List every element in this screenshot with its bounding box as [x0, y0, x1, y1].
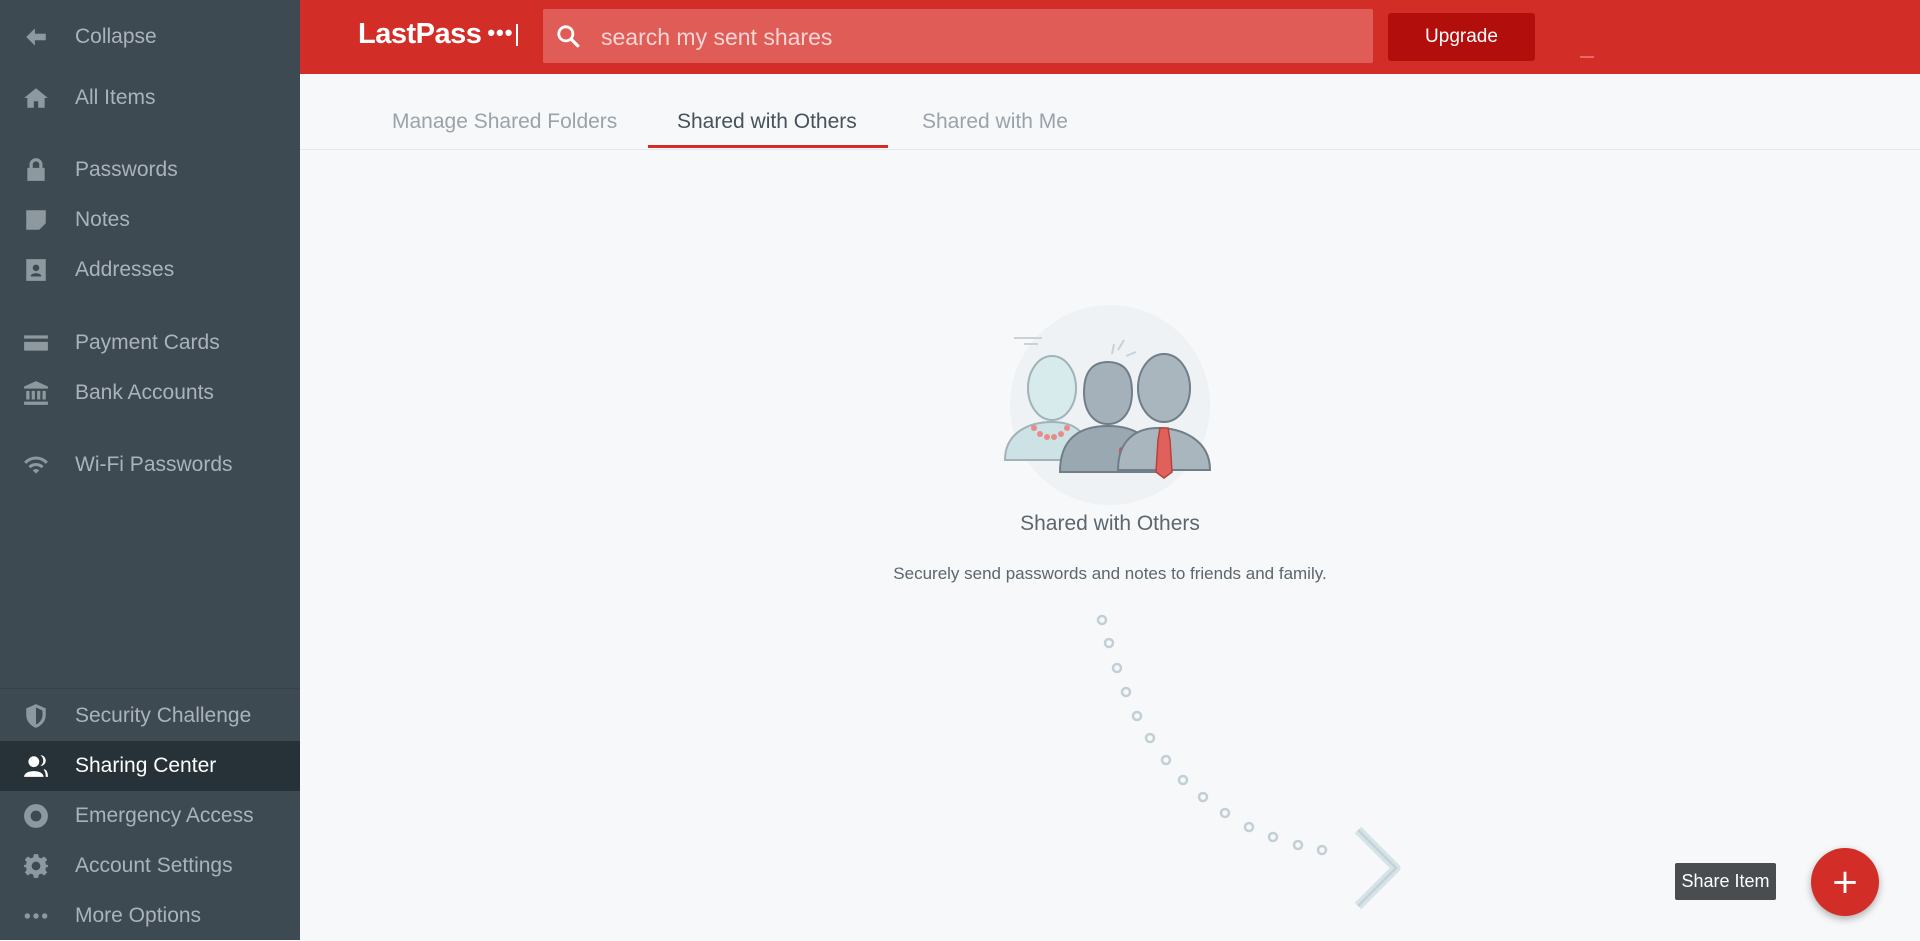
sidebar-item-label: Security Challenge: [75, 704, 252, 727]
sidebar-item-label: Emergency Access: [75, 804, 254, 827]
upgrade-button[interactable]: Upgrade: [1388, 13, 1535, 61]
share-item-button[interactable]: +: [1811, 848, 1879, 916]
sidebar-item-more-options[interactable]: More Options: [0, 891, 300, 941]
share-item-tooltip: Share Item: [1675, 863, 1776, 900]
sidebar-item-account-settings[interactable]: Account Settings: [0, 841, 300, 891]
address-book-icon: [22, 256, 50, 284]
wifi-icon: [22, 451, 50, 479]
dotted-arrow-illustration: [1096, 614, 1401, 910]
sidebar-item-label: Bank Accounts: [75, 381, 214, 404]
sidebar-item-emergency-access[interactable]: Emergency Access: [0, 791, 300, 841]
sidebar-item-label: Wi-Fi Passwords: [75, 453, 233, 476]
sidebar-item-notes[interactable]: Notes: [0, 195, 300, 245]
person-share-icon: [22, 752, 50, 780]
search-box: [543, 9, 1373, 65]
sidebar-item-label: Sharing Center: [75, 754, 217, 777]
sidebar-item-label: All Items: [75, 86, 156, 109]
empty-state-title: Shared with Others: [1020, 512, 1200, 535]
shield-icon: [22, 702, 50, 730]
sidebar-item-addresses[interactable]: Addresses: [0, 245, 300, 295]
sidebar-item-label: Account Settings: [75, 854, 233, 877]
sidebar-item-label: Addresses: [75, 258, 175, 281]
lastpass-logo[interactable]: LastPass •••: [358, 18, 519, 51]
sidebar-item-label: Payment Cards: [75, 331, 220, 354]
sidebar-item-all-items[interactable]: All Items: [0, 73, 300, 123]
credit-card-icon: [22, 329, 50, 357]
search-icon: [557, 25, 580, 48]
sidebar-item-label: Collapse: [75, 25, 157, 48]
sidebar-divider: [0, 688, 300, 689]
tab-manage-shared-folders[interactable]: Manage Shared Folders: [392, 110, 617, 134]
sidebar-item-sharing-center[interactable]: Sharing Center: [0, 741, 300, 791]
logo-bar: [516, 24, 519, 46]
arrow-left-icon: [22, 23, 50, 51]
sidebar-item-payment-cards[interactable]: Payment Cards: [0, 318, 300, 368]
sidebar-item-bank-accounts[interactable]: Bank Accounts: [0, 368, 300, 418]
search-input[interactable]: [599, 9, 1363, 65]
logo-dots: •••: [487, 20, 514, 45]
active-tab-indicator: [648, 145, 888, 148]
more-dots-icon: [22, 902, 50, 930]
logo-text: LastPass: [358, 18, 482, 50]
sidebar-item-label: Passwords: [75, 158, 178, 181]
sidebar-item-wifi-passwords[interactable]: Wi-Fi Passwords: [0, 440, 300, 490]
tab-shared-with-me[interactable]: Shared with Me: [922, 110, 1068, 134]
people-sharing-illustration: [1003, 305, 1212, 505]
header-mark: [1580, 56, 1594, 58]
sidebar-item-label: More Options: [75, 904, 202, 927]
gear-icon: [22, 852, 50, 880]
tab-shared-with-others[interactable]: Shared with Others: [677, 110, 857, 134]
lock-icon: [22, 156, 50, 184]
note-icon: [22, 206, 50, 234]
home-icon: [22, 84, 50, 112]
lifebuoy-icon: [22, 802, 50, 830]
sidebar: Collapse All Items Passwords Notes Addre…: [0, 0, 300, 940]
sidebar-item-passwords[interactable]: Passwords: [0, 145, 300, 195]
bank-icon: [22, 379, 50, 407]
sidebar-item-label: Notes: [75, 208, 130, 231]
sidebar-item-security-challenge[interactable]: Security Challenge: [0, 691, 300, 741]
sidebar-item-collapse[interactable]: Collapse: [0, 12, 300, 62]
empty-state-description: Securely send passwords and notes to fri…: [893, 564, 1327, 583]
